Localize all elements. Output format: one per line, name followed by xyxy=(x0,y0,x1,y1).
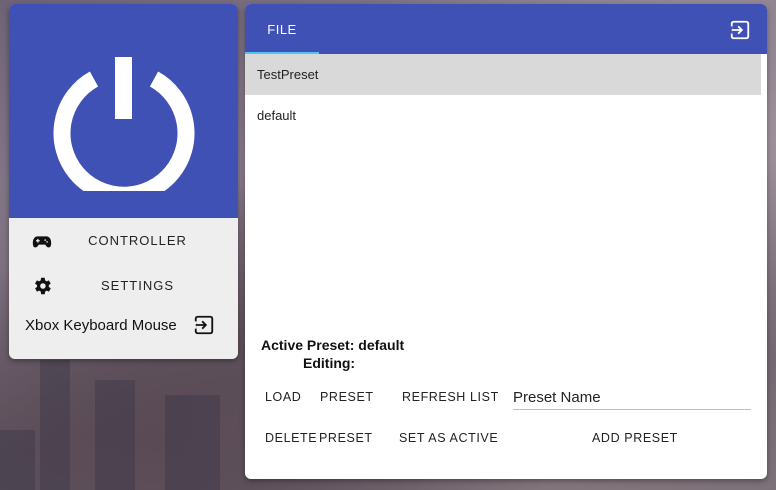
gamepad-icon xyxy=(32,236,52,248)
main-panel: FILE TestPreset default Active Preset: d… xyxy=(245,4,767,479)
app-bar: FILE xyxy=(245,4,767,54)
set-as-active-button[interactable]: SET AS ACTIVE xyxy=(399,431,498,445)
editing-text: Editing: xyxy=(303,355,356,371)
list-item[interactable]: TestPreset xyxy=(245,54,761,95)
sidebar-panel: CONTROLLER SETTINGS Xbox Keyboard Mouse xyxy=(9,4,238,359)
hero-banner xyxy=(9,4,238,218)
refresh-list-button[interactable]: REFRESH LIST xyxy=(402,390,499,404)
status-area: Active Preset: default Editing: xyxy=(261,337,404,371)
power-icon xyxy=(53,57,194,191)
background-building xyxy=(165,395,220,490)
gear-icon xyxy=(35,277,51,295)
sidebar-item-controller[interactable]: CONTROLLER xyxy=(9,218,238,263)
list-item[interactable]: default xyxy=(245,95,761,136)
active-preset-text: Active Preset: default xyxy=(261,337,405,353)
load-button[interactable]: LOAD xyxy=(265,390,301,404)
delete-preset-button[interactable]: PRESET xyxy=(319,431,373,445)
background-building xyxy=(40,360,70,490)
tab-file[interactable]: FILE xyxy=(245,4,319,54)
exit-icon[interactable] xyxy=(193,314,215,336)
background-building xyxy=(95,380,135,490)
add-preset-button[interactable]: ADD PRESET xyxy=(592,431,678,445)
preset-list: TestPreset default xyxy=(245,54,761,136)
app-name: Xbox Keyboard Mouse xyxy=(25,317,177,334)
exit-icon[interactable] xyxy=(729,19,751,41)
app-footer: Xbox Keyboard Mouse xyxy=(9,308,238,348)
load-preset-button[interactable]: PRESET xyxy=(320,390,374,404)
preset-name-input[interactable] xyxy=(513,385,751,410)
sidebar-item-settings[interactable]: SETTINGS xyxy=(9,263,238,308)
preset-name: TestPreset xyxy=(257,67,319,82)
preset-name: default xyxy=(257,108,297,123)
delete-button[interactable]: DELETE xyxy=(265,431,317,445)
background-building xyxy=(0,430,35,490)
tab-label: FILE xyxy=(267,21,297,37)
